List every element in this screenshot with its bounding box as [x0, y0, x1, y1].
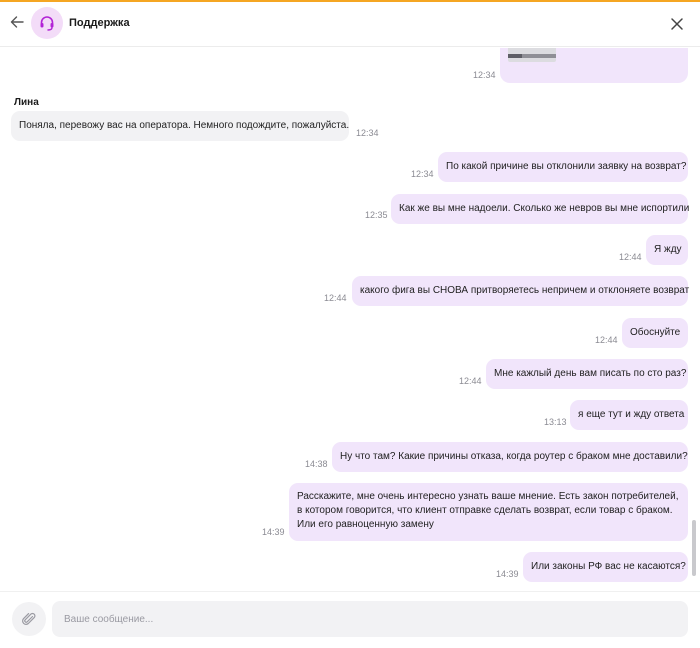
message-time: 14:39 [262, 527, 285, 537]
outgoing-message: Мне кажлый день вам писать по сто раз? [486, 359, 688, 389]
message-time: 12:44 [459, 376, 482, 386]
headset-icon [40, 16, 54, 31]
image-thumbnail[interactable] [508, 48, 556, 62]
message-list[interactable]: 12:34 Лина Поняла, перевожу вас на опера… [0, 48, 700, 590]
close-button[interactable] [667, 14, 687, 34]
avatar [31, 7, 63, 39]
outgoing-message: Я жду [646, 235, 688, 265]
outgoing-message: Ну что там? Какие причины отказа, когда … [332, 442, 688, 472]
chat-header: Поддержка [0, 2, 700, 47]
outgoing-message: Расскажите, мне очень интересно узнать в… [289, 483, 688, 541]
message-time: 14:39 [496, 569, 519, 579]
image-message-bubble[interactable] [500, 48, 688, 83]
paperclip-icon [22, 612, 36, 625]
message-time: 12:34 [411, 169, 434, 179]
message-time: 12:44 [619, 252, 642, 262]
scrollbar-thumb[interactable] [692, 520, 696, 576]
outgoing-message: Или законы РФ вас не касаются? [523, 552, 688, 582]
incoming-message: Поняла, перевожу вас на оператора. Немно… [11, 111, 349, 141]
outgoing-message: Как же вы мне надоели. Сколько же невров… [391, 194, 689, 224]
message-time: 12:34 [473, 70, 496, 80]
outgoing-message: Обоснуйте [622, 318, 688, 348]
outgoing-message: я еще тут и жду ответа [570, 400, 688, 430]
message-composer [0, 591, 700, 648]
arrow-left-icon [10, 16, 24, 28]
close-icon [671, 18, 683, 30]
back-button[interactable] [6, 11, 28, 33]
page-title: Поддержка [69, 17, 130, 29]
message-time: 12:44 [324, 293, 347, 303]
message-time: 12:34 [356, 128, 379, 138]
message-input[interactable] [52, 601, 688, 637]
message-time: 12:35 [365, 210, 388, 220]
message-time: 12:44 [595, 335, 618, 345]
message-time: 14:38 [305, 459, 328, 469]
message-time: 13:13 [544, 417, 567, 427]
outgoing-message: какого фига вы СНОВА притворяетесь непри… [352, 276, 689, 306]
sender-name: Лина [14, 97, 39, 108]
attach-button[interactable] [12, 602, 46, 636]
outgoing-message: По какой причине вы отклонили заявку на … [438, 152, 688, 182]
